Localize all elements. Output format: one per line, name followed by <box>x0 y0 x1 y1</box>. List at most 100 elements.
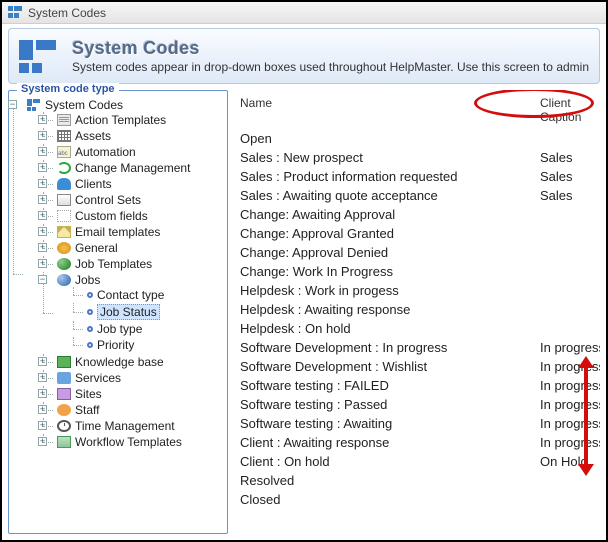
cell-client-caption: In progress <box>540 433 600 452</box>
tree-node[interactable]: Workflow Templates <box>57 435 223 449</box>
cell-name: Open <box>240 129 540 148</box>
expander-icon[interactable]: + <box>38 163 47 172</box>
cell-client-caption: In progress <box>540 414 600 433</box>
expander-icon[interactable]: + <box>38 227 47 236</box>
table-row[interactable]: Software Development : WishlistIn progre… <box>240 357 596 376</box>
cell-name: Sales : New prospect <box>240 148 540 167</box>
table-row[interactable]: Sales : Product information requestedSal… <box>240 167 596 186</box>
tree-node[interactable]: Automation <box>57 145 223 159</box>
table-row[interactable]: Client : On holdOn Hold <box>240 452 596 471</box>
table-row[interactable]: Sales : Awaiting quote acceptanceSales <box>240 186 596 205</box>
table-row[interactable]: Open <box>240 129 596 148</box>
tree-node-label: Workflow Templates <box>75 435 182 449</box>
tree-node[interactable]: Custom fields <box>57 209 223 223</box>
tree-node[interactable]: Action Templates <box>57 113 223 127</box>
cell-client-caption <box>540 224 596 243</box>
tree-node[interactable]: General <box>57 241 223 255</box>
col-header-client-caption[interactable]: Client Caption <box>540 96 596 124</box>
expander-icon[interactable]: + <box>38 179 47 188</box>
tree-node[interactable]: Sites <box>57 387 223 401</box>
expander-icon[interactable]: + <box>38 243 47 252</box>
table-row[interactable]: Software testing : FAILEDIn progress <box>240 376 596 395</box>
tree-node[interactable]: Clients <box>57 177 223 191</box>
expander-icon[interactable]: + <box>38 195 47 204</box>
banner-icon <box>19 35 58 77</box>
panel-icon <box>57 194 71 206</box>
bullet-icon <box>87 342 93 348</box>
system-code-tree[interactable]: − System Codes + Action Templates + Assets +… <box>13 97 223 451</box>
tree-node-label: Assets <box>75 129 111 143</box>
table-row[interactable]: Sales : New prospectSales <box>240 148 596 167</box>
tree-node[interactable]: Services <box>57 371 223 385</box>
tree-node[interactable]: Email templates <box>57 225 223 239</box>
table-row[interactable]: Change: Approval Denied <box>240 243 596 262</box>
tree-node[interactable]: Control Sets <box>57 193 223 207</box>
tree-node[interactable]: Time Management <box>57 419 223 433</box>
expander-icon[interactable]: + <box>38 211 47 220</box>
expander-root[interactable]: − <box>8 100 17 109</box>
table-row[interactable]: Software testing : PassedIn progress <box>240 395 596 414</box>
table-row[interactable]: Change: Awaiting Approval <box>240 205 596 224</box>
tree-root[interactable]: System Codes <box>27 98 223 112</box>
window-titlebar[interactable]: System Codes <box>2 2 606 24</box>
tree-node[interactable]: Job Status <box>87 304 223 320</box>
table-row[interactable]: Closed <box>240 490 596 509</box>
expander-icon[interactable]: + <box>38 357 47 366</box>
cell-name: Software Development : In progress <box>240 338 540 357</box>
tree-node[interactable]: Assets <box>57 129 223 143</box>
table-row[interactable]: Change: Approval Granted <box>240 224 596 243</box>
cell-name: Resolved <box>240 471 540 490</box>
tree-node-label: Custom fields <box>75 209 148 223</box>
sphere-icon <box>57 258 71 270</box>
tree-node-label: Job Templates <box>75 257 152 271</box>
tree-node[interactable]: Job type <box>87 322 223 336</box>
table-row[interactable]: Software Development : In progressIn pro… <box>240 338 596 357</box>
grid-icon <box>57 130 71 142</box>
table-row[interactable]: Helpdesk : Awaiting response <box>240 300 596 319</box>
tree-node-label: Email templates <box>75 225 160 239</box>
table-row[interactable]: Resolved <box>240 471 596 490</box>
table-header: Name Client Caption <box>240 96 596 129</box>
expander-icon[interactable]: + <box>38 437 47 446</box>
expander-icon[interactable]: + <box>38 259 47 268</box>
table-row[interactable]: Client : Awaiting responseIn progress <box>240 433 596 452</box>
cell-name: Helpdesk : Awaiting response <box>240 300 540 319</box>
tree-node-label: Automation <box>75 145 136 159</box>
expander-icon[interactable]: + <box>38 421 47 430</box>
expander-icon[interactable]: + <box>38 131 47 140</box>
tree-node-label: Services <box>75 371 121 385</box>
expander-icon[interactable]: + <box>38 389 47 398</box>
table-row[interactable]: Helpdesk : On hold <box>240 319 596 338</box>
tree-node[interactable]: Priority <box>87 338 223 352</box>
tree-node[interactable]: Change Management <box>57 161 223 175</box>
table-row[interactable]: Helpdesk : Work in progess <box>240 281 596 300</box>
tree-node-label: Control Sets <box>75 193 141 207</box>
tree-node[interactable]: Staff <box>57 403 223 417</box>
cell-name: Software testing : FAILED <box>240 376 540 395</box>
cell-name: Helpdesk : On hold <box>240 319 540 338</box>
bullet-icon <box>87 326 93 332</box>
expander-icon[interactable]: − <box>38 275 47 284</box>
ppl-icon <box>57 372 71 384</box>
tree-node-label: Priority <box>97 338 134 352</box>
expander-icon[interactable]: + <box>38 147 47 156</box>
expander-icon[interactable]: + <box>38 373 47 382</box>
expander-icon[interactable]: + <box>38 405 47 414</box>
col-header-name[interactable]: Name <box>240 96 540 124</box>
cell-name: Change: Work In Progress <box>240 262 540 281</box>
tree-node-label: General <box>75 241 118 255</box>
tree-node-label: Sites <box>75 387 102 401</box>
cell-client-caption <box>540 281 596 300</box>
tree-node[interactable]: Job Templates <box>57 257 223 271</box>
table-row[interactable]: Software testing : AwaitingIn progress <box>240 414 596 433</box>
tree-node[interactable]: Knowledge base <box>57 355 223 369</box>
cell-client-caption <box>540 300 596 319</box>
cell-client-caption: In progress <box>540 395 600 414</box>
expander-icon[interactable]: + <box>38 115 47 124</box>
table-row[interactable]: Change: Work In Progress <box>240 262 596 281</box>
cell-client-caption <box>540 205 596 224</box>
tree-node[interactable]: Jobs <box>57 273 223 287</box>
bullet-icon <box>87 292 93 298</box>
staff-icon <box>57 404 71 416</box>
tree-node[interactable]: Contact type <box>87 288 223 302</box>
